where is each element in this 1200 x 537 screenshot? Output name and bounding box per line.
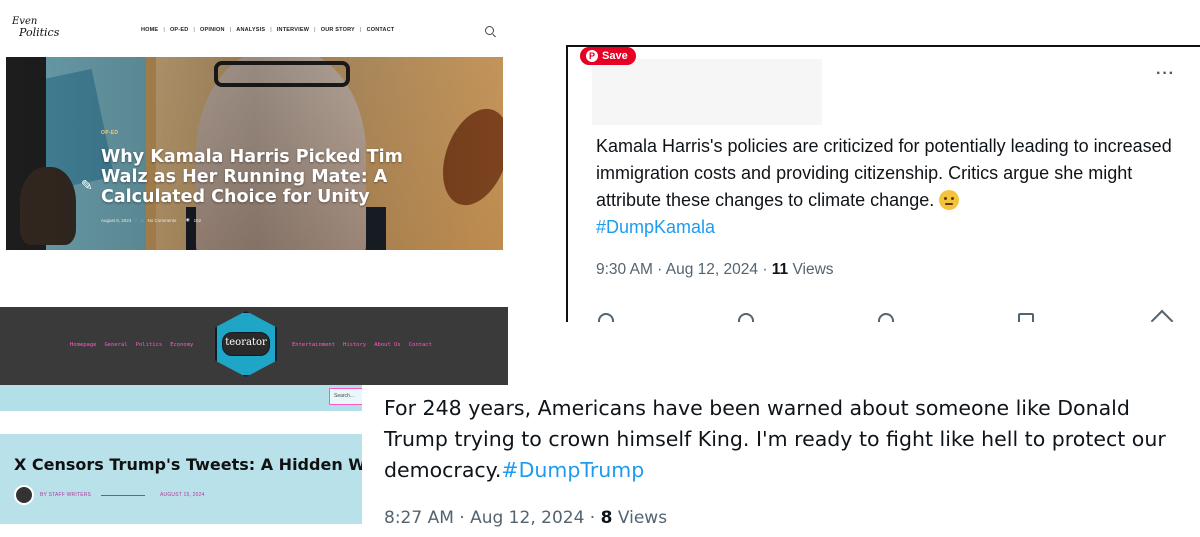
nav-op-ed[interactable]: OP-ED bbox=[165, 27, 193, 33]
tweet-kamala-screenshot: P Save ··· Kamala Harris's policies are … bbox=[566, 45, 1200, 322]
nav-economy[interactable]: Economy bbox=[170, 342, 193, 348]
tweet-timestamp[interactable]: 9:30 AM · Aug 12, 2024 · bbox=[596, 261, 772, 278]
even-politics-screenshot: Even Politics HOME | OP-ED | OPINION | ANAL… bbox=[0, 0, 510, 262]
like-icon[interactable] bbox=[878, 313, 894, 322]
nav-left: Homepage General Politics Economy bbox=[70, 342, 193, 348]
tweet-actions bbox=[598, 309, 1174, 322]
rolling-eyes-emoji-icon bbox=[939, 190, 960, 210]
article-title[interactable]: Why Kamala Harris Picked Tim Walz as Her… bbox=[101, 147, 411, 207]
hashtag-link[interactable]: #DumpTrump bbox=[501, 458, 644, 482]
nav-general[interactable]: General bbox=[105, 342, 128, 348]
site-logo[interactable]: Even Politics bbox=[12, 16, 59, 38]
nav-right: Entertainment History About Us Contact bbox=[292, 342, 432, 348]
teorator-logo[interactable]: teorator bbox=[215, 311, 277, 377]
nav-history[interactable]: History bbox=[343, 342, 366, 348]
comments-link[interactable]: No Comments bbox=[147, 218, 176, 223]
pinterest-icon: P bbox=[586, 50, 598, 62]
tweet-text: Kamala Harris's policies are criticized … bbox=[596, 136, 1172, 237]
tweet-trump-screenshot: For 248 years, Americans have been warne… bbox=[362, 385, 1200, 537]
article-title[interactable]: X Censors Trump's Tweets: A Hidden War o… bbox=[14, 455, 412, 474]
redacted-user-header bbox=[592, 59, 822, 125]
article-date: August 8, 2024 bbox=[101, 217, 132, 223]
more-options-icon[interactable]: ··· bbox=[1156, 65, 1175, 83]
bookmark-icon[interactable] bbox=[1018, 313, 1034, 322]
tweet-timestamp[interactable]: 8:27 AM · Aug 12, 2024 · bbox=[384, 508, 601, 528]
views-count: 8 bbox=[600, 508, 613, 528]
nav-our-story[interactable]: OUR STORY bbox=[316, 27, 360, 33]
category-label[interactable]: OP-ED bbox=[101, 130, 118, 136]
share-icon[interactable] bbox=[1150, 309, 1174, 322]
comment-icon: ◌ bbox=[140, 217, 144, 223]
main-nav: HOME | OP-ED | OPINION | ANALYSIS | INTERVIE… bbox=[136, 27, 399, 33]
nav-interview[interactable]: INTERVIEW bbox=[272, 27, 314, 33]
nav-opinion[interactable]: OPINION bbox=[195, 27, 230, 33]
article-card: X Censors Trump's Tweets: A Hidden War o… bbox=[0, 434, 412, 524]
nav-about-us[interactable]: About Us bbox=[374, 342, 401, 348]
nav-analysis[interactable]: ANALYSIS bbox=[231, 27, 270, 33]
retweet-icon[interactable] bbox=[738, 313, 754, 322]
tweet-text: For 248 years, Americans have been warne… bbox=[384, 396, 1166, 482]
search-icon[interactable] bbox=[485, 26, 494, 35]
hero-image[interactable]: OP-ED ✎ Why Kamala Harris Picked Tim Wal… bbox=[6, 57, 503, 250]
author-avatar bbox=[14, 485, 34, 505]
hashtag-link[interactable]: #DumpKamala bbox=[596, 217, 715, 237]
nav-home[interactable]: HOME bbox=[136, 27, 163, 33]
nav-politics[interactable]: Politics bbox=[136, 342, 163, 348]
divider bbox=[101, 495, 145, 496]
site-header: Homepage General Politics Economy teorat… bbox=[0, 307, 508, 385]
tweet-meta: 8:27 AM · Aug 12, 2024 · 8 Views bbox=[384, 508, 668, 528]
nav-entertainment[interactable]: Entertainment bbox=[292, 342, 335, 348]
pencil-icon: ✎ bbox=[81, 177, 93, 193]
views-count: 11 bbox=[771, 261, 789, 278]
tweet-meta: 9:30 AM · Aug 12, 2024 · 11 Views bbox=[596, 261, 834, 278]
nav-contact[interactable]: Contact bbox=[409, 342, 432, 348]
reply-icon[interactable] bbox=[598, 313, 614, 322]
author-link[interactable]: BY STAFF WRITERS bbox=[40, 492, 91, 498]
views-icon: ◉ bbox=[185, 217, 190, 222]
views-count: 152 bbox=[193, 217, 202, 223]
pinterest-save-button[interactable]: P Save bbox=[580, 47, 636, 65]
nav-contact[interactable]: CONTACT bbox=[362, 27, 400, 33]
article-meta: August 8, 2024 · ◌ No Comments · ◉ 152 bbox=[101, 217, 202, 223]
nav-homepage[interactable]: Homepage bbox=[70, 342, 97, 348]
article-date: AUGUST 15, 2024 bbox=[160, 492, 205, 498]
